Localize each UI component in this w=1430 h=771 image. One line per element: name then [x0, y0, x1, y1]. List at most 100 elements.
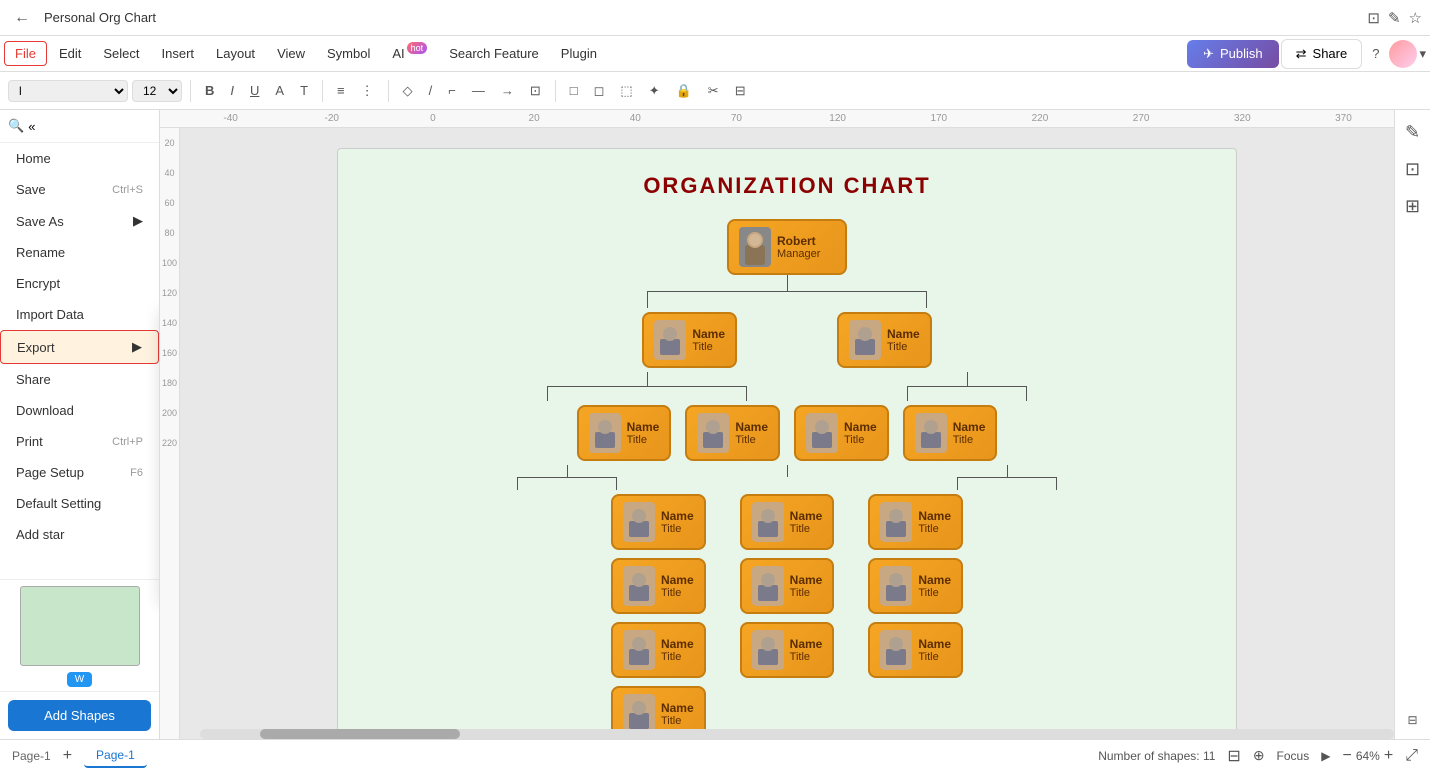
l3-node-8[interactable]: NameTitle	[868, 558, 963, 614]
line-button[interactable]: /	[423, 79, 439, 102]
page-tab-active[interactable]: Page-1	[84, 744, 147, 768]
italic-button[interactable]: I	[224, 79, 240, 102]
font-color-button[interactable]: A	[269, 79, 290, 102]
l2-node-0[interactable]: Name Title	[577, 405, 672, 461]
sidebar-item-import-data[interactable]: Import Data	[0, 299, 159, 330]
sidebar-item-print[interactable]: Print Ctrl+P	[0, 426, 159, 457]
edit-icon[interactable]: ✎	[1388, 9, 1401, 27]
sidebar-item-rename[interactable]: Rename	[0, 237, 159, 268]
l3-node-6[interactable]: NameTitle	[740, 622, 835, 678]
l2-node-2[interactable]: Name Title	[794, 405, 889, 461]
font-family-select[interactable]: l	[8, 80, 128, 102]
star-icon[interactable]: ☆	[1409, 9, 1422, 27]
align-left-button[interactable]: ≡	[331, 79, 351, 102]
level-1: Name Title Name	[642, 312, 931, 368]
menu-layout[interactable]: Layout	[206, 42, 265, 65]
scrollbar-thumb[interactable]	[260, 729, 460, 739]
collapse-icon[interactable]: «	[28, 119, 35, 134]
sidebar-item-encrypt[interactable]: Encrypt	[0, 268, 159, 299]
share-icon: ⇄	[1296, 46, 1307, 62]
connector-button[interactable]: ⌐	[442, 79, 462, 102]
fullscreen-button[interactable]: ⤢	[1405, 747, 1418, 765]
l1-node-1[interactable]: Name Title	[837, 312, 932, 368]
publish-button[interactable]: ✈ Publish	[1187, 40, 1279, 68]
l3-node-5[interactable]: NameTitle	[740, 558, 835, 614]
sidebar-item-default-setting[interactable]: Default Setting	[0, 488, 159, 519]
menu-select[interactable]: Select	[93, 42, 149, 65]
bottombar: Page-1 + Page-1 Number of shapes: 11 ⊟ ⊕…	[0, 739, 1430, 771]
menu-insert[interactable]: Insert	[152, 42, 205, 65]
zoom-indicator[interactable]: 64%	[1356, 749, 1380, 763]
rp-grid-icon[interactable]: ⊞	[1401, 192, 1424, 221]
sidebar-item-home[interactable]: Home	[0, 143, 159, 174]
rp-layout-icon[interactable]: ⊡	[1401, 155, 1424, 184]
menu-edit[interactable]: Edit	[49, 42, 91, 65]
toolbar-separator-1	[190, 80, 191, 102]
share-button[interactable]: ⇄ Share	[1281, 39, 1363, 69]
menu-ai[interactable]: AI hot	[382, 42, 437, 65]
l3-node-9[interactable]: NameTitle	[868, 622, 963, 678]
text-button[interactable]: T	[294, 79, 314, 102]
canvas: ORGANIZATION CHART	[180, 128, 1394, 739]
search-icon[interactable]: 🔍	[8, 118, 24, 134]
add-shapes-button[interactable]: Add Shapes	[8, 700, 151, 731]
sidebar-item-export[interactable]: Export ▶	[0, 330, 159, 364]
back-button[interactable]: ←	[8, 7, 36, 29]
sparkle-button[interactable]: ✦	[643, 79, 666, 103]
level-3: NameTitle NameTitle NameTitle	[611, 494, 963, 739]
zoom-in-button[interactable]: +	[1384, 747, 1393, 765]
menu-file[interactable]: File	[4, 41, 47, 66]
l2-node-1[interactable]: Name Title	[685, 405, 780, 461]
l2-node-3[interactable]: Name Title	[903, 405, 998, 461]
avatar-dropdown-icon[interactable]: ▾	[1419, 46, 1426, 62]
shape-button[interactable]: ◇	[397, 79, 419, 103]
menu-plugin[interactable]: Plugin	[551, 42, 607, 65]
layers-icon[interactable]: ⊟	[1227, 746, 1240, 766]
menu-search-feature[interactable]: Search Feature	[439, 42, 549, 65]
font-size-select[interactable]: 12	[132, 80, 182, 102]
canvas-scroll[interactable]: ORGANIZATION CHART	[180, 128, 1394, 739]
help-icon[interactable]: ?	[1364, 42, 1387, 65]
cut-button[interactable]: ✂	[702, 79, 725, 103]
grid-button[interactable]: ⬚	[614, 79, 638, 103]
l3-node-4[interactable]: NameTitle	[740, 494, 835, 550]
l3-node-7[interactable]: NameTitle	[868, 494, 963, 550]
zoom-out-button[interactable]: −	[1342, 747, 1351, 765]
root-avatar	[739, 227, 771, 267]
sidebar-item-page-setup[interactable]: Page Setup F6	[0, 457, 159, 488]
l3-node-2[interactable]: NameTitle	[611, 622, 706, 678]
scrollbar-horizontal[interactable]	[200, 729, 1394, 739]
menu-symbol[interactable]: Symbol	[317, 42, 380, 65]
l3-node-0[interactable]: NameTitle	[611, 494, 706, 550]
export-view-button[interactable]: ⊟	[729, 79, 752, 103]
frame-button[interactable]: □	[564, 79, 584, 102]
table-button[interactable]: ◻	[588, 79, 611, 103]
menu-view[interactable]: View	[267, 42, 315, 65]
align-center-button[interactable]: ⋮	[355, 79, 380, 103]
dots-button[interactable]: ⊡	[524, 79, 547, 103]
minimize-icon[interactable]: ⊡	[1367, 9, 1380, 27]
focus-label[interactable]: Focus	[1277, 749, 1310, 763]
arrow-right-button[interactable]: →	[495, 79, 520, 102]
play-icon[interactable]: ▶	[1321, 749, 1330, 763]
bold-button[interactable]: B	[199, 79, 220, 102]
right-panel: ✎ ⊡ ⊞ ⊟	[1394, 110, 1430, 739]
rp-edit-icon[interactable]: ✎	[1401, 118, 1424, 147]
avatar[interactable]	[1389, 40, 1417, 68]
sidebar-item-save[interactable]: Save Ctrl+S	[0, 174, 159, 205]
rp-settings-icon[interactable]: ⊟	[1403, 709, 1421, 731]
sidebar-item-add-star[interactable]: Add star	[0, 519, 159, 550]
root-node[interactable]: Robert Manager	[727, 219, 847, 275]
lock-button[interactable]: 🔒	[670, 79, 698, 103]
add-page-button[interactable]: +	[63, 747, 72, 765]
arrow-button[interactable]: —	[466, 79, 491, 102]
underline-button[interactable]: U	[244, 79, 265, 102]
sidebar-item-save-as[interactable]: Save As ▶	[0, 205, 159, 237]
sidebar-item-download[interactable]: Download	[0, 395, 159, 426]
page-thumbnail: W	[0, 579, 159, 691]
l1-node-0[interactable]: Name Title	[642, 312, 737, 368]
l3-node-1[interactable]: NameTitle	[611, 558, 706, 614]
toolbar-separator-2	[322, 80, 323, 102]
focus-icon[interactable]: ⊕	[1253, 747, 1265, 764]
sidebar-item-share[interactable]: Share	[0, 364, 159, 395]
